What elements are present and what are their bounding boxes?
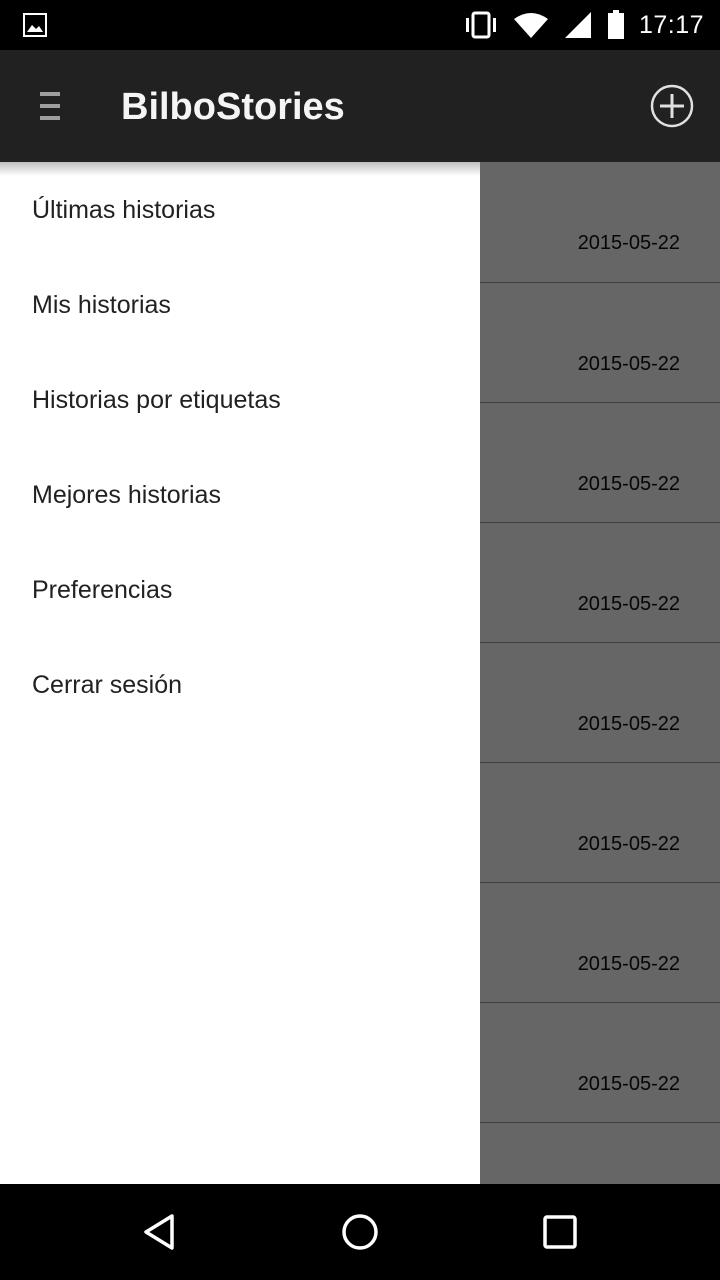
drawer-item-historias-por-etiquetas[interactable]: Historias por etiquetas [0, 352, 480, 447]
screen: 17:17 2015-05-22 2015-05-22 2015-05-22 2… [0, 0, 720, 1280]
app-title: BilboStories [121, 86, 345, 128]
drawer-item-label: Mis historias [32, 291, 171, 319]
drawer-item-label: Cerrar sesión [32, 671, 183, 699]
drawer-item-preferencias[interactable]: Preferencias [0, 542, 480, 637]
drawer-item-mis-historias[interactable]: Mis historias [0, 257, 480, 352]
signal-icon [564, 12, 591, 38]
drawer-item-cerrar-sesion[interactable]: Cerrar sesión [0, 637, 480, 732]
home-icon[interactable] [336, 1208, 384, 1256]
status-bar: 17:17 [0, 0, 720, 50]
add-circle-icon[interactable] [650, 84, 694, 128]
battery-icon [607, 10, 624, 39]
drawer-item-label: Preferencias [32, 576, 173, 604]
system-navigation-bar [0, 1184, 720, 1280]
vibrate-icon [465, 11, 496, 39]
drawer-item-label: Últimas historias [32, 196, 216, 224]
hamburger-menu-icon[interactable] [38, 90, 62, 122]
recents-icon[interactable] [536, 1208, 584, 1256]
navigation-drawer: Últimas historias Mis historias Historia… [0, 162, 480, 1184]
drawer-item-label: Mejores historias [32, 481, 221, 509]
app-bar: BilboStories [0, 50, 720, 162]
status-icons: 17:17 [463, 0, 704, 50]
image-notification-icon [23, 13, 47, 37]
wifi-icon [513, 13, 548, 38]
drawer-item-label: Historias por etiquetas [32, 386, 281, 414]
drawer-item-mejores-historias[interactable]: Mejores historias [0, 447, 480, 542]
back-icon[interactable] [136, 1208, 184, 1256]
status-time: 17:17 [638, 10, 704, 39]
drawer-item-ultimas-historias[interactable]: Últimas historias [0, 162, 480, 257]
